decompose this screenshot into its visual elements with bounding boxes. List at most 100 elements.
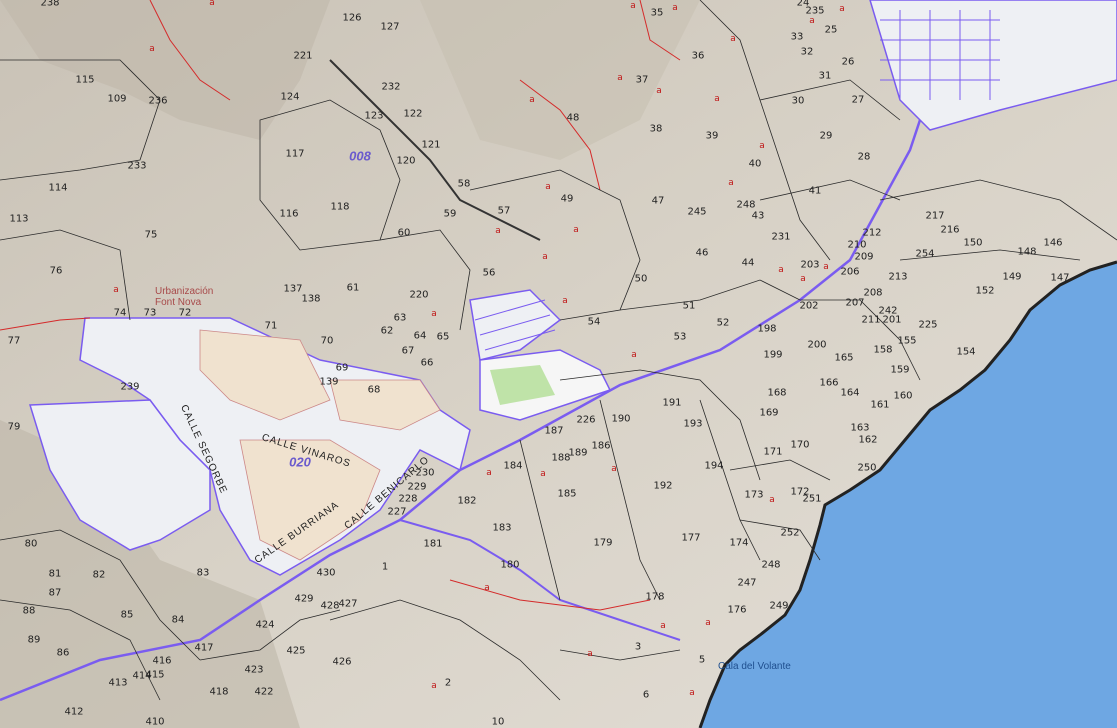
parcel-182[interactable]: 182 — [457, 496, 476, 507]
parcel-56[interactable]: 56 — [483, 268, 496, 279]
parcel-138[interactable]: 138 — [301, 294, 320, 305]
parcel-37[interactable]: 37 — [636, 75, 649, 86]
parcel-3[interactable]: 3 — [635, 642, 641, 653]
parcel-168[interactable]: 168 — [767, 388, 786, 399]
parcel-183[interactable]: 183 — [492, 523, 511, 534]
parcel-63[interactable]: 63 — [394, 313, 407, 324]
parcel-149[interactable]: 149 — [1002, 272, 1021, 283]
parcel-163[interactable]: 163 — [850, 423, 869, 434]
parcel-426[interactable]: 426 — [332, 657, 351, 668]
parcel-25[interactable]: 25 — [825, 25, 838, 36]
parcel-242[interactable]: 242 — [878, 306, 897, 317]
parcel-210[interactable]: 210 — [847, 240, 866, 251]
parcel-54[interactable]: 54 — [588, 317, 601, 328]
parcel-249[interactable]: 249 — [769, 601, 788, 612]
parcel-180[interactable]: 180 — [500, 560, 519, 571]
parcel-148[interactable]: 148 — [1017, 247, 1036, 258]
parcel-83[interactable]: 83 — [197, 568, 210, 579]
parcel-48[interactable]: 48 — [567, 113, 580, 124]
parcel-57[interactable]: 57 — [498, 206, 511, 217]
parcel-231[interactable]: 231 — [771, 232, 790, 243]
parcel-109[interactable]: 109 — [107, 94, 126, 105]
parcel-194[interactable]: 194 — [704, 461, 723, 472]
parcel-184[interactable]: 184 — [503, 461, 522, 472]
parcel-58[interactable]: 58 — [458, 179, 471, 190]
parcel-74[interactable]: 74 — [114, 308, 127, 319]
parcel-171[interactable]: 171 — [763, 447, 782, 458]
parcel-28[interactable]: 28 — [858, 152, 871, 163]
parcel-200[interactable]: 200 — [807, 340, 826, 351]
parcel-181[interactable]: 181 — [423, 539, 442, 550]
parcel-27[interactable]: 27 — [852, 95, 865, 106]
parcel-427[interactable]: 427 — [338, 599, 357, 610]
parcel-239[interactable]: 239 — [120, 382, 139, 393]
parcel-60[interactable]: 60 — [398, 228, 411, 239]
parcel-89[interactable]: 89 — [28, 635, 41, 646]
parcel-191[interactable]: 191 — [662, 398, 681, 409]
parcel-87[interactable]: 87 — [49, 588, 62, 599]
parcel-24[interactable]: 24 — [797, 0, 810, 9]
parcel-423[interactable]: 423 — [244, 665, 263, 676]
parcel-225[interactable]: 225 — [918, 320, 937, 331]
parcel-220[interactable]: 220 — [409, 290, 428, 301]
parcel-71[interactable]: 71 — [265, 321, 278, 332]
parcel-410[interactable]: 410 — [145, 717, 164, 728]
parcel-2[interactable]: 2 — [445, 678, 451, 689]
parcel-189[interactable]: 189 — [568, 448, 587, 459]
parcel-413[interactable]: 413 — [108, 678, 127, 689]
parcel-137[interactable]: 137 — [283, 284, 302, 295]
parcel-170[interactable]: 170 — [790, 440, 809, 451]
parcel-190[interactable]: 190 — [611, 414, 630, 425]
parcel-35[interactable]: 35 — [651, 8, 664, 19]
parcel-178[interactable]: 178 — [645, 592, 664, 603]
parcel-206[interactable]: 206 — [840, 267, 859, 278]
parcel-40[interactable]: 40 — [749, 159, 762, 170]
parcel-162[interactable]: 162 — [858, 435, 877, 446]
parcel-152[interactable]: 152 — [975, 286, 994, 297]
parcel-245[interactable]: 245 — [687, 207, 706, 218]
parcel-416[interactable]: 416 — [152, 656, 171, 667]
parcel-39[interactable]: 39 — [706, 131, 719, 142]
parcel-236[interactable]: 236 — [148, 96, 167, 107]
cadastral-map[interactable]: 238 126 127 35 235 24 33 25 115 109 236 221 232 36 32 3… — [0, 0, 1117, 728]
parcel-82[interactable]: 82 — [93, 570, 106, 581]
parcel-6[interactable]: 6 — [643, 690, 649, 701]
parcel-161[interactable]: 161 — [870, 400, 889, 411]
parcel-165[interactable]: 165 — [834, 353, 853, 364]
parcel-414[interactable]: 414 — [132, 671, 151, 682]
parcel-217[interactable]: 217 — [925, 211, 944, 222]
parcel-422[interactable]: 422 — [254, 687, 273, 698]
parcel-33[interactable]: 33 — [791, 32, 804, 43]
parcel-154[interactable]: 154 — [956, 347, 975, 358]
parcel-238[interactable]: 238 — [40, 0, 59, 9]
parcel-67[interactable]: 67 — [402, 346, 415, 357]
parcel-79[interactable]: 79 — [8, 422, 21, 433]
parcel-216[interactable]: 216 — [940, 225, 959, 236]
parcel-430[interactable]: 430 — [316, 568, 335, 579]
parcel-47[interactable]: 47 — [652, 196, 665, 207]
parcel-159[interactable]: 159 — [890, 365, 909, 376]
parcel-29[interactable]: 29 — [820, 131, 833, 142]
parcel-113[interactable]: 113 — [9, 214, 28, 225]
parcel-251[interactable]: 251 — [802, 494, 821, 505]
parcel-122[interactable]: 122 — [403, 109, 422, 120]
parcel-76[interactable]: 76 — [50, 266, 63, 277]
parcel-213[interactable]: 213 — [888, 272, 907, 283]
parcel-207[interactable]: 207 — [845, 298, 864, 309]
parcel-186[interactable]: 186 — [591, 441, 610, 452]
parcel-221[interactable]: 221 — [293, 51, 312, 62]
parcel-120[interactable]: 120 — [396, 156, 415, 167]
parcel-233[interactable]: 233 — [127, 161, 146, 172]
parcel-209[interactable]: 209 — [854, 252, 873, 263]
parcel-150[interactable]: 150 — [963, 238, 982, 249]
parcel-43[interactable]: 43 — [752, 211, 765, 222]
parcel-66[interactable]: 66 — [421, 358, 434, 369]
parcel-51[interactable]: 51 — [683, 301, 696, 312]
parcel-115[interactable]: 115 — [75, 75, 94, 86]
parcel-31[interactable]: 31 — [819, 71, 832, 82]
parcel-86[interactable]: 86 — [57, 648, 70, 659]
parcel-126[interactable]: 126 — [342, 13, 361, 24]
parcel-248b[interactable]: 248 — [761, 560, 780, 571]
parcel-53[interactable]: 53 — [674, 332, 687, 343]
parcel-250[interactable]: 250 — [857, 463, 876, 474]
